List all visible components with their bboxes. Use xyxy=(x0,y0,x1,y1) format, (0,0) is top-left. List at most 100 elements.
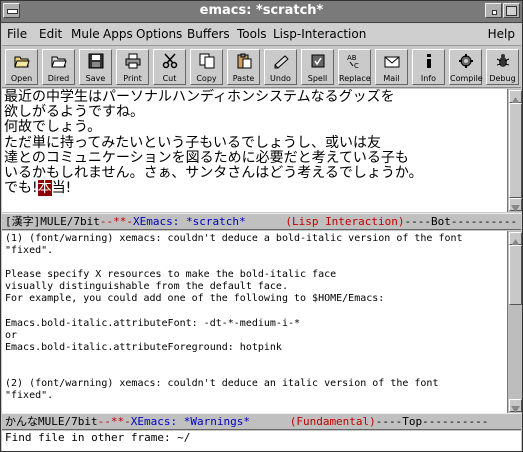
mode-line-gap xyxy=(250,415,290,428)
warn-line xyxy=(5,354,504,366)
scroll-up-arrow[interactable] xyxy=(509,232,522,246)
buffer-name[interactable]: *scratch* xyxy=(186,215,246,228)
info-button[interactable]: Info xyxy=(412,49,445,85)
paste-button[interactable]: Paste xyxy=(227,49,260,85)
menu-edit[interactable]: Edit xyxy=(39,27,62,41)
scroll-down-arrow[interactable] xyxy=(509,198,522,212)
debug-button[interactable]: Debug xyxy=(486,49,519,85)
dired-label: Dired xyxy=(47,74,70,83)
svg-text:AB: AB xyxy=(347,54,357,62)
spell-label: Spell xyxy=(307,74,328,83)
mode-line-gap xyxy=(246,215,286,228)
menu-file[interactable]: File xyxy=(7,27,27,41)
scratch-scrollbar[interactable] xyxy=(507,89,522,212)
input-method-indicator: かんなMULE/7bit xyxy=(5,415,98,428)
warnings-mode-line[interactable]: かんなMULE/7bit--**-XEmacs: *Warnings* (Fun… xyxy=(2,413,521,430)
maximize-icon xyxy=(506,6,517,16)
dired-folder-icon xyxy=(51,56,67,68)
info-label: Info xyxy=(420,74,437,83)
major-mode[interactable]: (Lisp Interaction) xyxy=(285,215,404,228)
maximize-button[interactable] xyxy=(503,3,520,18)
scratch-mode-line[interactable]: [漢字]MULE/7bit--**-XEmacs: *scratch* (Lis… xyxy=(2,213,521,230)
scratch-line: 達とのコミュニケーションを図るために必要だと考えている子も xyxy=(4,149,409,166)
print-button[interactable]: Print xyxy=(116,49,149,85)
save-button[interactable]: Save xyxy=(79,49,112,85)
warn-line: Please specify X resources to make the b… xyxy=(5,269,337,281)
menu-options[interactable]: Options xyxy=(136,27,182,41)
paste-icon xyxy=(237,53,252,69)
info-icon xyxy=(427,54,431,68)
replace-label: Replace xyxy=(339,74,371,83)
menu-help[interactable]: Help xyxy=(488,27,515,41)
menu-buffers[interactable]: Buffers xyxy=(187,27,230,41)
mail-icon xyxy=(384,56,400,68)
paste-label: Paste xyxy=(232,74,255,83)
debug-bug-icon xyxy=(496,54,510,67)
undo-icon xyxy=(274,55,289,69)
mail-label: Mail xyxy=(383,74,400,83)
undo-button[interactable]: Undo xyxy=(264,49,297,85)
toolbar: Open Dired Save Print Cut Copy Paste Und… xyxy=(2,47,521,88)
warn-line: or xyxy=(5,329,18,341)
spell-check-icon xyxy=(311,54,325,68)
copy-icon xyxy=(199,53,215,69)
compile-gear-icon xyxy=(459,54,473,68)
svg-text:C: C xyxy=(354,62,359,69)
title-bar[interactable]: emacs: *scratch* xyxy=(1,1,522,23)
warn-line: Emacs.bold-italic.attributeForeground: h… xyxy=(5,341,282,353)
replace-icon: ABC xyxy=(347,54,359,69)
minimize-button[interactable] xyxy=(485,3,502,18)
scratch-text-after-cursor: 当! xyxy=(51,180,72,197)
mail-button[interactable]: Mail xyxy=(375,49,408,85)
warn-line: Emacs.bold-italic.attributeFont: -dt-*-m… xyxy=(5,317,301,329)
scroll-thumb[interactable] xyxy=(509,103,522,198)
app-name: XEmacs: xyxy=(132,215,180,228)
print-label: Print xyxy=(123,74,142,83)
warnings-buffer[interactable]: (1) (font/warning) xemacs: couldn't dedu… xyxy=(2,231,507,413)
scratch-line: ただ単に持ってみたいという子もいるでしょうし、或いは友 xyxy=(4,134,382,151)
warnings-scrollbar[interactable] xyxy=(507,231,522,413)
major-mode[interactable]: (Fundamental) xyxy=(290,415,376,428)
buffer-position: ----Bot---------- xyxy=(404,215,518,228)
menu-lisp-interaction[interactable]: Lisp-Interaction xyxy=(273,27,366,41)
copy-button[interactable]: Copy xyxy=(190,49,223,85)
scratch-text-before-cursor: でも! xyxy=(4,180,38,197)
modified-indicator: --**- xyxy=(97,415,131,428)
scroll-up-arrow[interactable] xyxy=(509,90,522,104)
scratch-line: 何故でしょう。 xyxy=(4,119,102,136)
dired-button[interactable]: Dired xyxy=(42,49,75,85)
undo-label: Undo xyxy=(270,74,291,83)
replace-button[interactable]: AB C Replace xyxy=(338,49,371,85)
warn-line: "fixed". xyxy=(5,245,54,257)
compile-button[interactable]: Compile xyxy=(449,49,483,85)
warn-line: "fixed". xyxy=(5,390,54,402)
warn-line xyxy=(5,257,504,269)
spell-button[interactable]: Spell xyxy=(301,49,334,85)
app-name: XEmacs: xyxy=(130,415,178,428)
buffer-name[interactable]: *Warnings* xyxy=(184,415,250,428)
modified-indicator: --**- xyxy=(99,215,133,228)
minibuffer-prompt[interactable]: Find file in other frame: ~/ xyxy=(5,431,190,444)
window-title: emacs: *scratch* xyxy=(199,3,324,18)
minibuffer[interactable]: Find file in other frame: ~/ xyxy=(2,431,521,451)
scroll-down-arrow[interactable] xyxy=(509,399,522,413)
menu-apps[interactable]: Apps xyxy=(103,27,133,41)
menu-tools[interactable]: Tools xyxy=(237,27,267,41)
floppy-disk-icon xyxy=(88,53,104,69)
scratch-line: いるかもしれません。さぁ、サンタさんはどう考えるでしょうか。 xyxy=(4,165,423,182)
open-button[interactable]: Open xyxy=(5,49,38,85)
debug-label: Debug xyxy=(489,74,516,83)
warn-line xyxy=(5,366,504,378)
scratch-text[interactable]: 最近の中学生はパーソナルハンディホンシステムなるグッズを 欲しがるようですね。 何故… xyxy=(2,89,507,197)
menu-bar: File Edit Mule Apps Options Buffers Tool… xyxy=(2,24,521,46)
warnings-text[interactable]: (1) (font/warning) xemacs: couldn't dedu… xyxy=(2,231,507,404)
emacs-window: emacs: *scratch* File Edit Mule Apps Opt… xyxy=(0,0,523,452)
menu-mule[interactable]: Mule xyxy=(71,27,100,41)
scratch-buffer[interactable]: 最近の中学生はパーソナルハンディホンシステムなるグッズを 欲しがるようですね。 何故… xyxy=(2,89,507,212)
cut-label: Cut xyxy=(162,74,177,83)
cut-button[interactable]: Cut xyxy=(153,49,186,85)
scratch-line: 欲しがるようですね。 xyxy=(4,104,144,121)
scroll-thumb[interactable] xyxy=(509,245,522,305)
open-label: Open xyxy=(10,74,33,83)
compile-label: Compile xyxy=(450,74,483,83)
